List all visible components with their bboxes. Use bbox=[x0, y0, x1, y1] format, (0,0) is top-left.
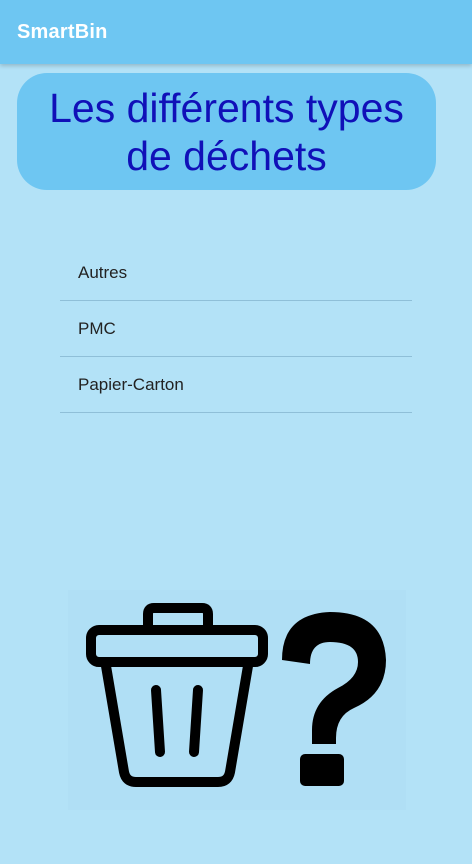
page-title-card: Les différents types de déchets bbox=[17, 73, 436, 190]
list-item-autres[interactable]: Autres bbox=[60, 245, 412, 301]
list-item-papier-carton[interactable]: Papier-Carton bbox=[60, 357, 412, 413]
waste-type-list: Autres PMC Papier-Carton bbox=[60, 245, 412, 413]
page-title-line-1: Les différents types bbox=[49, 84, 404, 131]
list-item-pmc[interactable]: PMC bbox=[60, 301, 412, 357]
list-item-label: Autres bbox=[78, 262, 128, 282]
page-title: Les différents types de déchets bbox=[49, 84, 404, 180]
app-bar: SmartBin bbox=[0, 0, 472, 64]
app-title: SmartBin bbox=[17, 20, 108, 43]
list-item-label: PMC bbox=[78, 318, 116, 338]
trash-can-question-mark-icon bbox=[86, 603, 386, 787]
list-item-label: Papier-Carton bbox=[78, 374, 184, 394]
trash-question-illustration bbox=[68, 590, 406, 810]
page-title-line-2: de déchets bbox=[126, 132, 327, 179]
